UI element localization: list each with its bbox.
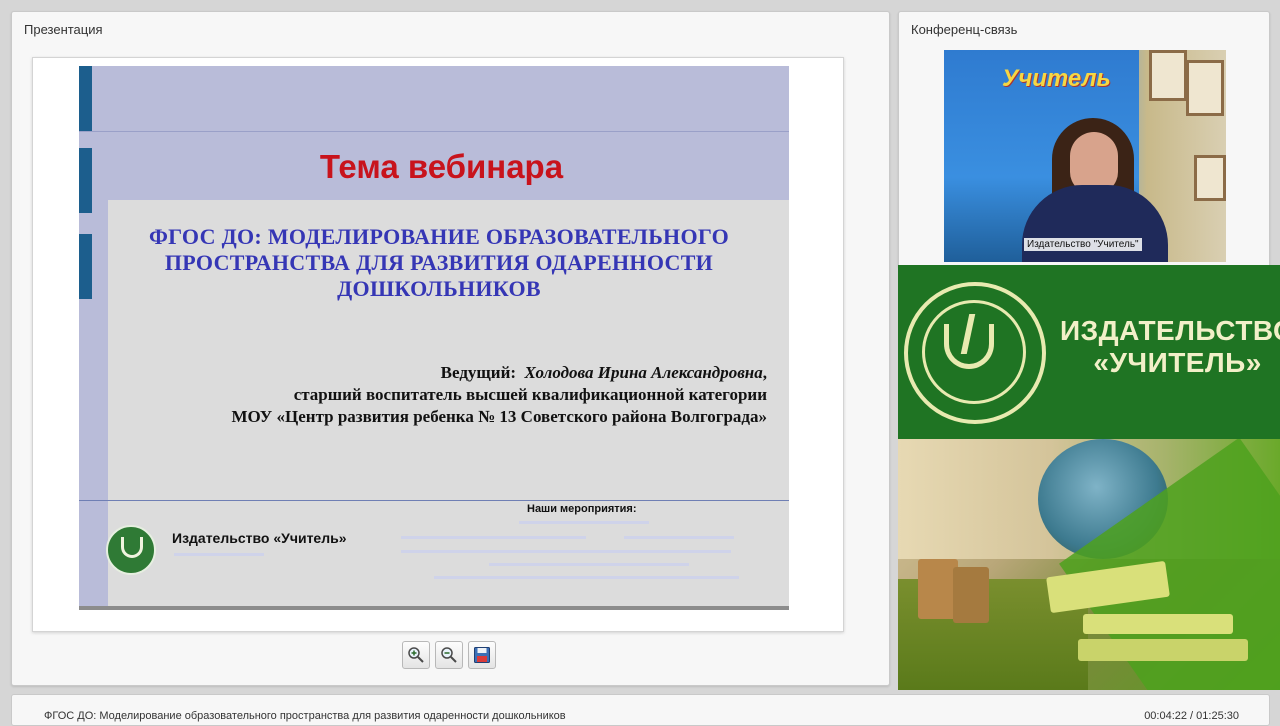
conference-panel: Конференц-связь Учитель Издательство "Уч… [898,11,1270,268]
presenter-role: старший воспитатель высшей квалификацион… [293,385,767,404]
presenter-name: Холодова Ирина Александровна [524,363,763,382]
save-icon [474,647,490,663]
presentation-panel-title: Презентация [24,22,103,37]
slide-accent-bar [79,234,92,299]
presenter-label: Ведущий: [440,363,517,382]
slide: Тема вебинара ФГОС ДО: МОДЕЛИРОВАНИЕ ОБР… [79,66,789,610]
save-button[interactable] [468,641,496,669]
promo-image [898,439,1280,690]
webcam-video[interactable]: Учитель Издательство "Учитель" [944,50,1226,262]
publisher-promo-banner: ИЗДАТЕЛЬСТВО «УЧИТЕЛЬ» [898,265,1280,439]
presenter-block: Ведущий: Холодова Ирина Александровна, с… [107,362,767,428]
promo-text: ИЗДАТЕЛЬСТВО «УЧИТЕЛЬ» [1060,315,1280,378]
presentation-panel: Презентация Тема вебинара ФГОС ДО: МОДЕЛ… [11,11,890,686]
zoom-out-button[interactable] [435,641,463,669]
video-banner-brand: Учитель [1002,65,1111,92]
playback-time: 00:04:22 / 01:25:30 [1144,710,1239,722]
zoom-in-button[interactable] [402,641,430,669]
webinar-title: ФГОС ДО: Моделирование образовательного … [44,710,566,722]
status-bar: ФГОС ДО: Моделирование образовательного … [11,694,1270,726]
conference-panel-title: Конференц-связь [911,22,1018,37]
publisher-logo-icon [904,282,1046,424]
slide-title: Тема вебинара [319,148,564,185]
video-caption: Издательство "Учитель" [1024,238,1142,251]
slide-accent-bar [79,66,92,131]
slide-subtitle: ФГОС ДО: МОДЕЛИРОВАНИЕ ОБРАЗОВАТЕЛЬНОГО … [148,224,730,301]
publisher-name: Издательство «Учитель» [172,530,347,546]
zoom-in-icon [408,647,424,663]
publisher-logo-icon [106,525,156,575]
slide-toolbar [402,641,502,671]
zoom-out-icon [441,647,457,663]
events-label: Наши мероприятия: [527,503,637,515]
presenter-org: МОУ «Центр развития ребенка № 13 Советск… [231,407,767,426]
slide-viewer[interactable]: Тема вебинара ФГОС ДО: МОДЕЛИРОВАНИЕ ОБР… [32,57,844,632]
